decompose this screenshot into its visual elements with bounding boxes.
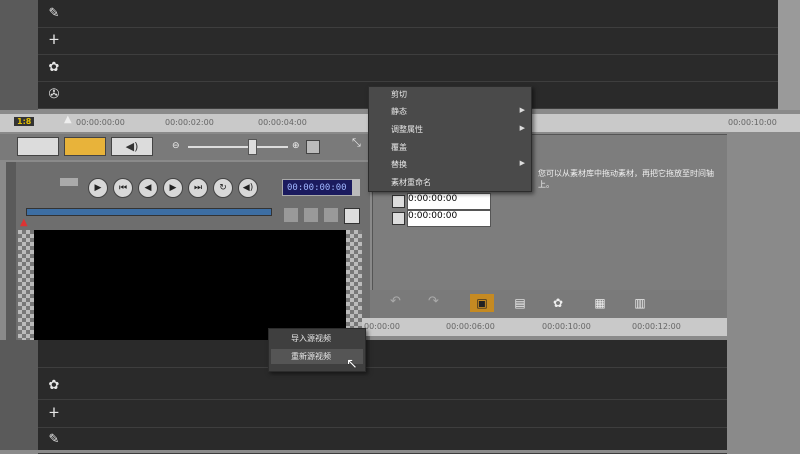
info-hint-text: 您可以从素材库中拖动素材，再把它拖放至时间轴上。: [538, 169, 714, 189]
clip-context-menu[interactable]: 剪切 静态 ▶ 调整属性 ▶ 覆盖 替换 ▶ 素材重命名: [368, 86, 532, 192]
menu-item-overlay[interactable]: 覆盖: [391, 142, 407, 153]
film-reel-icon: ✇: [48, 86, 60, 102]
ruler-tick: 00:00:00:00: [76, 118, 125, 127]
track-row[interactable]: ✎: [38, 0, 778, 28]
track-row[interactable]: ⵜ: [38, 27, 778, 55]
bottom-timeline-ruler[interactable]: 00:00:00 00:00:06:00 00:00:10:00 00:00:1…: [362, 318, 727, 336]
mark-out-timecode[interactable]: 0:00:00:00: [407, 210, 491, 227]
title-icon: ⵜ: [49, 32, 59, 48]
cursor-icon: ↖: [346, 356, 358, 372]
top-track-gutter: [0, 0, 38, 110]
end-button[interactable]: ⏭: [188, 178, 208, 198]
zoom-out-icon[interactable]: ⊖: [172, 141, 180, 151]
redo-icon[interactable]: ↷: [428, 294, 439, 309]
trim-end-button[interactable]: [304, 208, 318, 222]
track-row[interactable]: [38, 340, 727, 368]
menu-item-static[interactable]: 静态: [391, 106, 407, 117]
mark-in-icon[interactable]: [392, 195, 405, 208]
ruler-tick: 00:00:10:00: [728, 118, 777, 127]
play-button[interactable]: ▶: [88, 178, 108, 198]
mix-icon[interactable]: ▤: [508, 294, 532, 312]
ruler-tick: 00:00:06:00: [446, 322, 495, 331]
ruler-tick: 00:00:04:00: [258, 118, 307, 127]
home-button[interactable]: ⏮: [113, 178, 133, 198]
effect-icon[interactable]: ✿: [546, 294, 570, 312]
track-row[interactable]: ⵜ: [38, 400, 727, 428]
ruler-tick: 00:00:12:00: [632, 322, 681, 331]
project-clip-label: [60, 178, 78, 186]
mic-icon: ✎: [48, 431, 60, 447]
submenu-arrow-icon: ▶: [519, 159, 525, 167]
undo-icon[interactable]: ↶: [390, 294, 401, 309]
trim-start-button[interactable]: [284, 208, 298, 222]
bottom-track-area[interactable]: ✿ ⵜ ✎: [38, 340, 727, 454]
split-button[interactable]: [324, 208, 338, 222]
ruler-tick: 00:00:00: [364, 322, 400, 331]
record-icon[interactable]: ▣: [470, 294, 494, 312]
enlarge-button[interactable]: [344, 208, 360, 224]
zoom-slider[interactable]: [188, 146, 288, 148]
timecode-spinner[interactable]: [352, 179, 360, 196]
options-panel-gutter: [727, 134, 800, 450]
submenu-arrow-icon: ▶: [519, 106, 525, 114]
zoom-slider-handle[interactable]: [248, 139, 257, 155]
menu-item-cut[interactable]: 剪切: [391, 89, 407, 100]
prev-frame-button[interactable]: ◀: [138, 178, 158, 198]
volume-button[interactable]: ◀): [238, 178, 258, 198]
effect-icon: ✿: [48, 377, 60, 393]
fit-icon[interactable]: [306, 140, 320, 154]
menu-item-import-source[interactable]: 导入源视频: [291, 333, 331, 344]
playhead-icon[interactable]: ▲: [64, 114, 72, 125]
effect-icon: ✿: [48, 59, 60, 75]
options-panel-toggle[interactable]: ⤡: [352, 136, 366, 150]
ruler-tick: 00:00:02:00: [165, 118, 214, 127]
bottom-track-gutter: [0, 340, 38, 450]
track-row[interactable]: ✿: [38, 372, 727, 400]
player-timecode[interactable]: 00:00:00:00: [282, 179, 354, 196]
top-scrollbar[interactable]: [778, 0, 800, 110]
zoom-in-icon[interactable]: ⊕: [292, 141, 300, 151]
track-row[interactable]: ✿: [38, 54, 778, 82]
scrub-marker-icon[interactable]: ▲: [20, 217, 28, 228]
menu-item-replace[interactable]: 替换: [391, 159, 407, 170]
mark-in-timecode[interactable]: 0:00:00:00: [407, 193, 491, 210]
repeat-button[interactable]: ↻: [213, 178, 233, 198]
ruler-tick: 00:00:10:00: [542, 322, 591, 331]
export-icon[interactable]: ▥: [628, 294, 652, 312]
mark-out-icon[interactable]: [392, 212, 405, 225]
mic-icon: ✎: [48, 5, 60, 21]
storyboard-view-button[interactable]: [17, 137, 59, 156]
timeline-view-button[interactable]: [64, 137, 106, 156]
zoom-label[interactable]: 1:8: [14, 117, 35, 126]
menu-item-relink-source[interactable]: 重新源视频: [291, 351, 331, 362]
menu-item-rename[interactable]: 素材重命名: [391, 177, 431, 188]
share-icon[interactable]: ▦: [588, 294, 612, 312]
menu-item-properties[interactable]: 调整属性: [391, 124, 423, 135]
scrub-bar[interactable]: [26, 208, 272, 216]
title-icon: ⵜ: [49, 405, 59, 421]
submenu-arrow-icon: ▶: [519, 124, 525, 132]
audio-view-button[interactable]: ◀): [111, 137, 153, 156]
next-frame-button[interactable]: ▶: [163, 178, 183, 198]
